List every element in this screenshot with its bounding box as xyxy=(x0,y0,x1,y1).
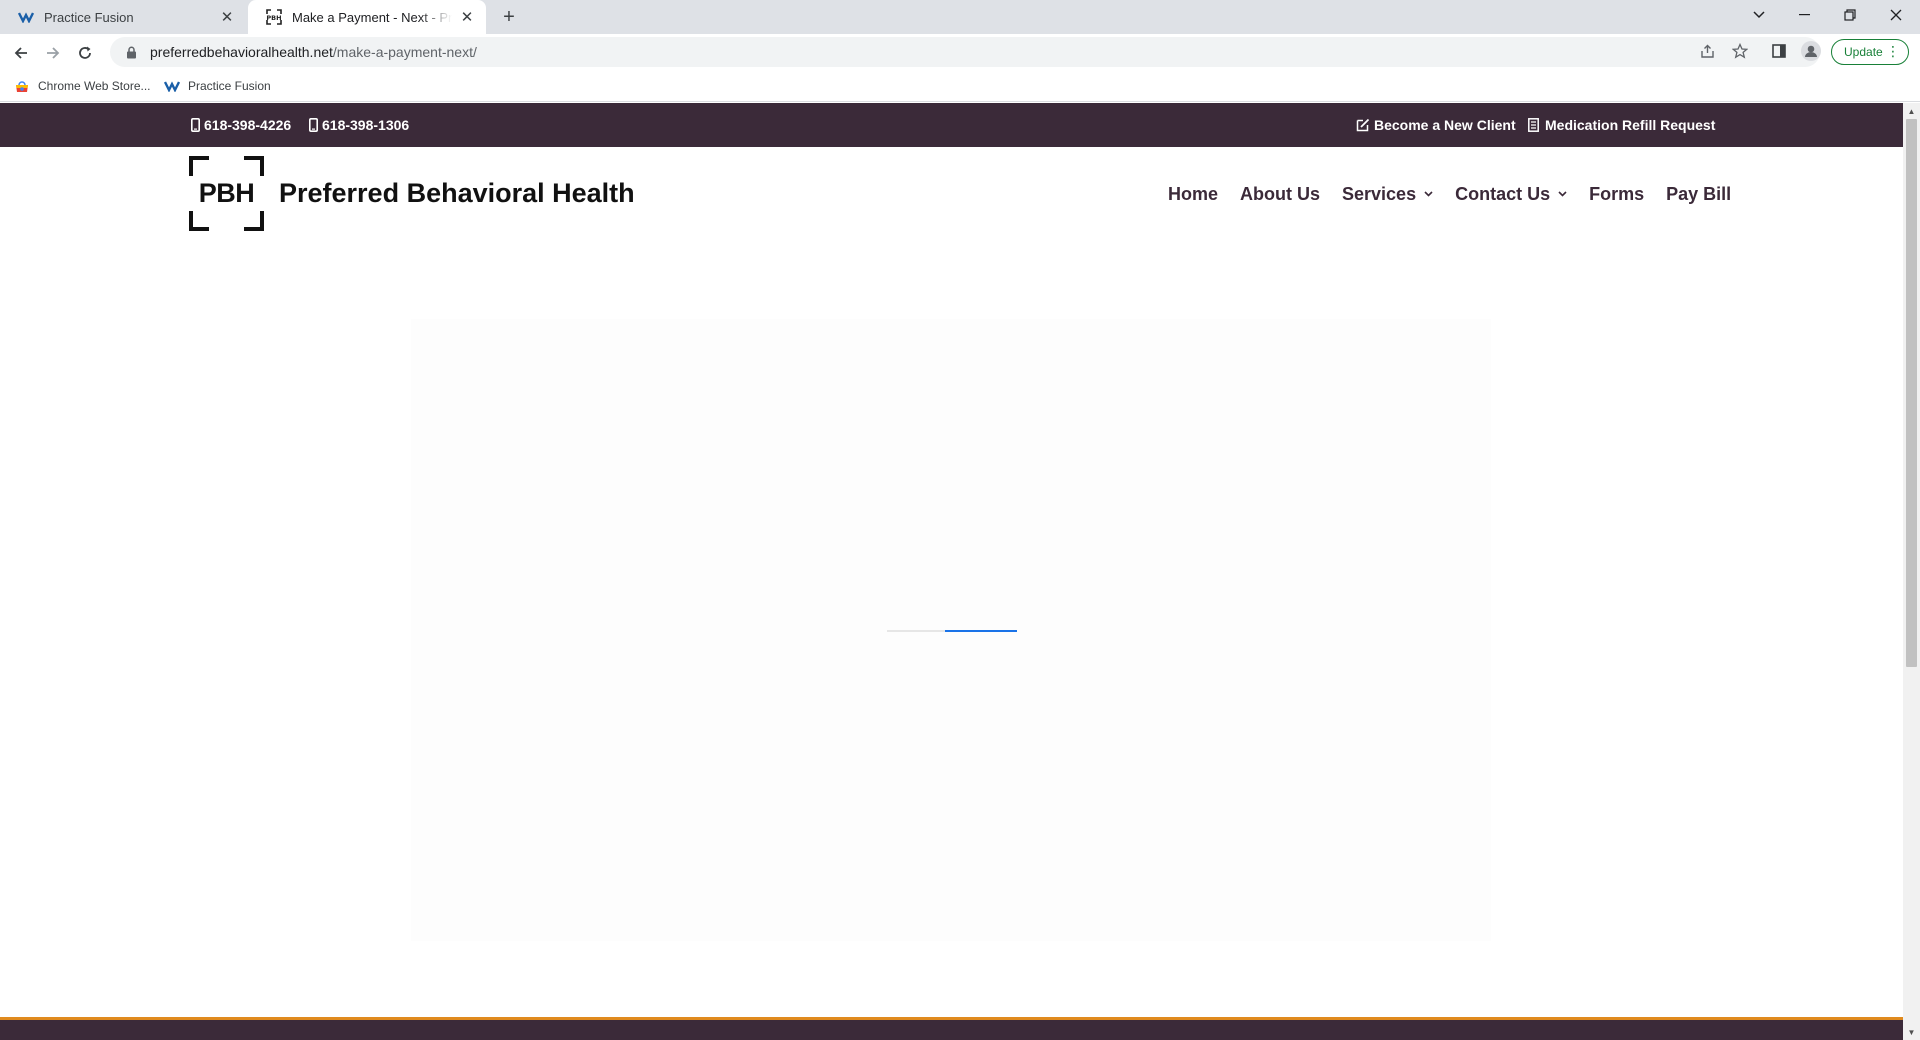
phone-number: 618-398-4226 xyxy=(204,117,292,133)
chrome-web-store-icon xyxy=(14,78,30,94)
page-scrollbar[interactable]: ▲ ▼ xyxy=(1903,103,1920,1040)
bookmark-practice-fusion[interactable]: Practice Fusion xyxy=(164,77,271,95)
site-header: PBH Preferred Behavioral Health Home Abo… xyxy=(0,147,1903,257)
logo-name: Preferred Behavioral Health xyxy=(279,177,635,208)
forward-arrow-icon[interactable] xyxy=(40,40,66,66)
close-tab-icon[interactable]: ✕ xyxy=(458,8,476,26)
phone-link-2[interactable]: 618-398-1306 xyxy=(307,103,409,147)
nav-forms[interactable]: Forms xyxy=(1589,184,1644,205)
tab-practice-fusion[interactable]: Practice Fusion ✕ xyxy=(0,0,246,34)
loading-progress-fill xyxy=(945,630,1017,632)
nav-pay-bill[interactable]: Pay Bill xyxy=(1666,184,1731,205)
profile-avatar-icon[interactable] xyxy=(1800,40,1822,62)
bookmarks-bar: Chrome Web Store... Practice Fusion xyxy=(0,70,1920,102)
loading-progress-bar xyxy=(887,630,1017,632)
chevron-down-icon xyxy=(1557,189,1567,199)
bookmark-star-icon[interactable] xyxy=(1730,41,1750,61)
site-logo[interactable]: PBH Preferred Behavioral Health xyxy=(189,155,635,231)
address-bar[interactable]: preferredbehavioralhealth.net/make-a-pay… xyxy=(110,37,1820,67)
share-icon[interactable] xyxy=(1697,41,1717,61)
reload-icon[interactable] xyxy=(72,40,98,66)
nav-contact-us[interactable]: Contact Us xyxy=(1455,184,1567,205)
nav-label: Services xyxy=(1342,183,1417,204)
url-path: /make-a-payment-next/ xyxy=(332,44,477,60)
medication-refill-label: Medication Refill Request xyxy=(1545,117,1716,133)
pbh-logo-mark: PBH xyxy=(189,155,264,231)
scrollbar-thumb[interactable] xyxy=(1906,119,1917,667)
become-new-client-link[interactable]: Become a New Client xyxy=(1356,103,1516,147)
nav-label: Forms xyxy=(1589,183,1645,204)
nav-about-us[interactable]: About Us xyxy=(1240,184,1320,205)
more-menu-icon[interactable]: ⋮ xyxy=(1886,43,1900,60)
url-host: preferredbehavioralhealth.net xyxy=(150,44,333,60)
mobile-phone-icon xyxy=(307,118,319,132)
nav-label: Contact Us xyxy=(1455,183,1551,204)
nav-services[interactable]: Services xyxy=(1342,184,1433,205)
phone-number: 618-398-1306 xyxy=(322,117,410,133)
tab-search-chevron-icon[interactable] xyxy=(1736,0,1782,30)
tab-make-a-payment[interactable]: PBH Make a Payment - Next - Preferred Be… xyxy=(248,0,486,34)
nav-label: About Us xyxy=(1240,183,1321,204)
bookmark-chrome-web-store[interactable]: Chrome Web Store... xyxy=(14,77,151,95)
browser-toolbar: preferredbehavioralhealth.net/make-a-pay… xyxy=(0,34,1920,70)
tab-title: Practice Fusion xyxy=(44,9,134,25)
nav-label: Pay Bill xyxy=(1666,183,1732,204)
edit-form-icon xyxy=(1356,118,1370,132)
close-window-icon[interactable] xyxy=(1873,0,1919,30)
scroll-down-arrow-icon[interactable]: ▼ xyxy=(1903,1024,1920,1040)
svg-text:PBH: PBH xyxy=(266,14,281,22)
page-viewport: 618-398-4226 618-398-1306 Become a New C… xyxy=(0,103,1903,1040)
nav-home[interactable]: Home xyxy=(1168,184,1218,205)
document-list-icon xyxy=(1527,118,1540,132)
back-arrow-icon[interactable] xyxy=(8,40,34,66)
new-tab-plus-icon[interactable]: + xyxy=(497,6,521,28)
restore-icon[interactable] xyxy=(1827,0,1873,30)
pbh-favicon-icon: PBH xyxy=(266,9,282,25)
lock-icon[interactable] xyxy=(124,45,138,59)
nav-label: Home xyxy=(1168,183,1219,204)
become-new-client-label: Become a New Client xyxy=(1374,117,1516,133)
close-tab-icon[interactable]: ✕ xyxy=(218,8,236,26)
mobile-phone-icon xyxy=(189,118,201,132)
tab-strip: Practice Fusion ✕ PBH Make a Payment - N… xyxy=(0,0,1920,34)
payment-embed-frame[interactable] xyxy=(411,319,1491,941)
practice-fusion-favicon-icon xyxy=(164,78,180,94)
site-footer xyxy=(0,1017,1903,1040)
side-panel-icon[interactable] xyxy=(1768,40,1790,62)
logo-mark-text: PBH xyxy=(198,177,255,208)
tab-title: Make a Payment - Next - Preferred Behavi… xyxy=(292,9,452,25)
chevron-down-icon xyxy=(1423,189,1433,199)
bookmark-label: Chrome Web Store... xyxy=(38,79,151,93)
scroll-up-arrow-icon[interactable]: ▲ xyxy=(1903,103,1920,119)
bookmark-label: Practice Fusion xyxy=(188,79,271,93)
main-navigation: Home About Us Services Contact Us Forms … xyxy=(1168,177,1731,211)
phone-link-1[interactable]: 618-398-4226 xyxy=(189,103,291,147)
minimize-icon[interactable] xyxy=(1781,0,1827,30)
site-topbar: 618-398-4226 618-398-1306 Become a New C… xyxy=(0,103,1903,147)
update-label: Update xyxy=(1844,45,1883,59)
update-button[interactable]: Update ⋮ xyxy=(1831,39,1909,65)
practice-fusion-favicon-icon xyxy=(18,9,34,25)
medication-refill-link[interactable]: Medication Refill Request xyxy=(1527,103,1715,147)
